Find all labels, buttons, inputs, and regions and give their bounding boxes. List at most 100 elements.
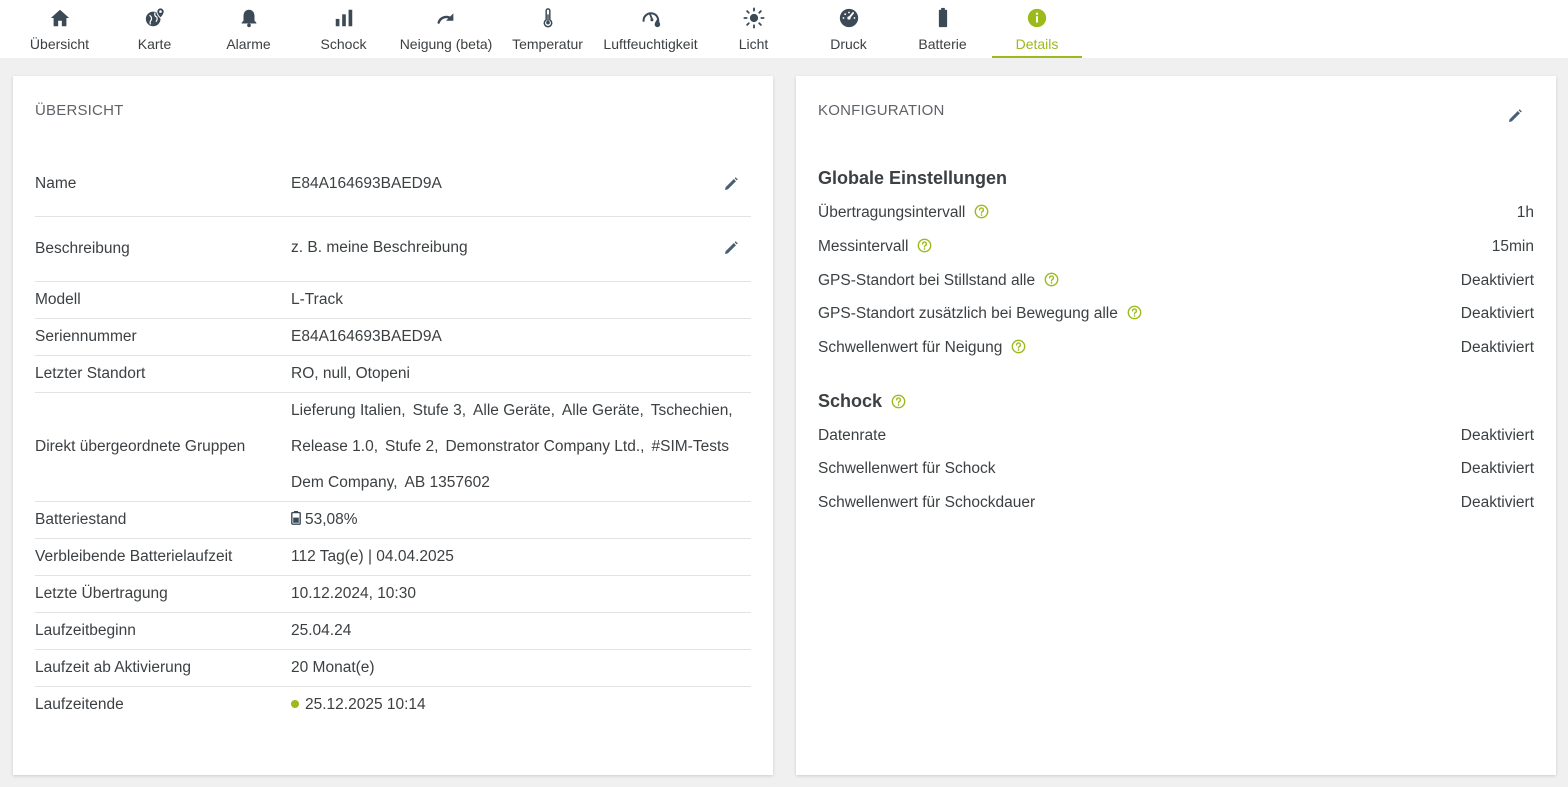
global-settings-title: Globale Einstellungen bbox=[818, 168, 1008, 188]
tab-details[interactable]: Details bbox=[992, 0, 1082, 58]
table-row: Name E84A164693BAED9A bbox=[35, 160, 751, 217]
config-row: GPS-Standort zusätzlich bei Bewegung all… bbox=[818, 305, 1534, 329]
info-icon bbox=[1025, 7, 1049, 29]
pencil-icon bbox=[725, 241, 738, 254]
row-value: 53,08% bbox=[291, 511, 358, 529]
tab-label: Details bbox=[1015, 36, 1059, 52]
group-line: Dem Company, AB 1357602 bbox=[291, 465, 751, 501]
config-key: GPS-Standort bei Stillstand alle bbox=[818, 272, 1059, 290]
table-row: Beschreibung z. B. meine Beschreibung bbox=[35, 217, 751, 282]
group-item[interactable]: AB 1357602 bbox=[405, 474, 490, 491]
tab-licht[interactable]: Licht bbox=[707, 0, 800, 58]
tab-temperatur[interactable]: Temperatur bbox=[501, 0, 594, 58]
home-icon bbox=[48, 7, 72, 29]
config-key: Messintervall bbox=[818, 238, 932, 256]
config-key: Schwellenwert für Schockdauer bbox=[818, 494, 1036, 511]
group-item[interactable]: Tschechien, bbox=[651, 402, 733, 419]
config-row: Schwellenwert für Neigung Deaktiviert bbox=[818, 339, 1534, 363]
sun-icon bbox=[742, 7, 766, 29]
config-row: Schwellenwert für Schock Deaktiviert bbox=[818, 460, 1534, 484]
table-row: Direkt übergeordnete Gruppen Lieferung I… bbox=[35, 393, 751, 502]
tab-neigung[interactable]: Neigung (beta) bbox=[392, 0, 500, 58]
tab-label: Licht bbox=[738, 36, 769, 52]
pencil-icon bbox=[1509, 109, 1522, 122]
group-line: Lieferung Italien, Stufe 3, Alle Geräte, Al… bbox=[291, 393, 751, 429]
help-icon[interactable] bbox=[974, 204, 989, 219]
help-icon[interactable] bbox=[1011, 339, 1026, 354]
group-item[interactable]: Alle Geräte, bbox=[473, 402, 555, 419]
row-value: 10.12.2024, 10:30 bbox=[291, 585, 416, 602]
table-row: Verbleibende Batterielaufzeit 112 Tag(e)… bbox=[35, 539, 751, 576]
help-icon[interactable] bbox=[917, 238, 932, 253]
bar-chart-icon bbox=[332, 7, 356, 29]
group-item[interactable]: Stufe 2, bbox=[385, 438, 438, 455]
config-key: Übertragungsintervall bbox=[818, 204, 989, 222]
group-item[interactable]: Demonstrator Company Ltd., bbox=[445, 438, 644, 455]
row-key: Laufzeitbeginn bbox=[35, 622, 136, 639]
thermometer-icon bbox=[536, 7, 560, 29]
overview-title: ÜBERSICHT bbox=[35, 102, 124, 119]
help-icon[interactable] bbox=[891, 394, 906, 409]
tab-batterie[interactable]: Batterie bbox=[896, 0, 989, 58]
tab-bar: Übersicht Karte Alarme Schock Neigung (b… bbox=[0, 0, 1568, 58]
config-key: GPS-Standort zusätzlich bei Bewegung all… bbox=[818, 305, 1142, 323]
row-key: Laufzeit ab Aktivierung bbox=[35, 659, 191, 676]
help-icon[interactable] bbox=[1127, 305, 1142, 320]
battery-level: 53,08% bbox=[305, 511, 358, 528]
group-item[interactable]: Lieferung Italien, bbox=[291, 402, 406, 419]
config-value: Deaktiviert bbox=[1460, 494, 1534, 511]
group-item[interactable]: Alle Geräte, bbox=[562, 402, 644, 419]
group-list: Lieferung Italien, Stufe 3, Alle Geräte, Al… bbox=[291, 393, 751, 501]
runtime-end-value: 25.12.2025 10:14 bbox=[305, 696, 426, 713]
configuration-title: KONFIGURATION bbox=[818, 102, 945, 119]
tab-label: Druck bbox=[830, 36, 867, 52]
group-item[interactable]: Stufe 3, bbox=[413, 402, 466, 419]
tab-druck[interactable]: Druck bbox=[802, 0, 895, 58]
config-row: Schwellenwert für Schockdauer Deaktivier… bbox=[818, 494, 1534, 518]
row-value: E84A164693BAED9A bbox=[291, 328, 442, 345]
tab-luftfeuchtigkeit[interactable]: Luftfeuchtigkeit bbox=[597, 0, 704, 58]
row-key: Letzte Übertragung bbox=[35, 585, 168, 602]
config-value: 1h bbox=[1516, 204, 1534, 221]
group-item[interactable]: Release 1.0, bbox=[291, 438, 378, 455]
config-row: GPS-Standort bei Stillstand alle Deaktiv… bbox=[818, 272, 1534, 296]
config-value: Deaktiviert bbox=[1460, 272, 1534, 289]
edit-description-button[interactable] bbox=[723, 240, 741, 258]
battery-icon bbox=[931, 7, 955, 29]
tab-schock[interactable]: Schock bbox=[297, 0, 390, 58]
tab-label: Karte bbox=[137, 36, 172, 52]
row-key: Seriennummer bbox=[35, 328, 137, 345]
config-value: Deaktiviert bbox=[1460, 305, 1534, 322]
status-dot bbox=[291, 700, 299, 708]
battery-level-icon bbox=[291, 511, 301, 525]
tab-alarme[interactable]: Alarme bbox=[202, 0, 295, 58]
speedometer-icon bbox=[837, 7, 861, 29]
row-value: 25.04.24 bbox=[291, 622, 352, 639]
row-value: 20 Monat(e) bbox=[291, 659, 375, 676]
gauge-drop-icon bbox=[639, 7, 663, 29]
row-key: Verbleibende Batterielaufzeit bbox=[35, 548, 233, 565]
config-value: Deaktiviert bbox=[1460, 427, 1534, 444]
shock-title: Schock bbox=[818, 391, 906, 412]
bell-icon bbox=[237, 7, 261, 29]
redo-arrow-icon bbox=[434, 7, 458, 29]
config-key: Datenrate bbox=[818, 427, 887, 444]
group-item[interactable]: Dem Company, bbox=[291, 474, 398, 491]
config-row: Übertragungsintervall 1h bbox=[818, 204, 1534, 228]
row-key: Name bbox=[35, 175, 77, 192]
table-row: Letzter Standort RO, null, Otopeni bbox=[35, 356, 751, 393]
tab-uebersicht[interactable]: Übersicht bbox=[13, 0, 106, 58]
row-value: RO, null, Otopeni bbox=[291, 365, 410, 382]
config-key: Schwellenwert für Schock bbox=[818, 460, 996, 477]
edit-configuration-button[interactable] bbox=[1507, 108, 1525, 126]
help-icon[interactable] bbox=[1044, 272, 1059, 287]
row-value: 112 Tag(e) | 04.04.2025 bbox=[291, 548, 454, 565]
row-key: Beschreibung bbox=[35, 240, 130, 257]
row-value: E84A164693BAED9A bbox=[291, 175, 442, 192]
tab-label: Alarme bbox=[226, 36, 271, 52]
edit-name-button[interactable] bbox=[723, 176, 741, 194]
row-value: L-Track bbox=[291, 291, 343, 308]
tab-karte[interactable]: Karte bbox=[108, 0, 201, 58]
config-key: Schwellenwert für Neigung bbox=[818, 339, 1026, 357]
group-item[interactable]: #SIM-Tests bbox=[651, 438, 729, 455]
